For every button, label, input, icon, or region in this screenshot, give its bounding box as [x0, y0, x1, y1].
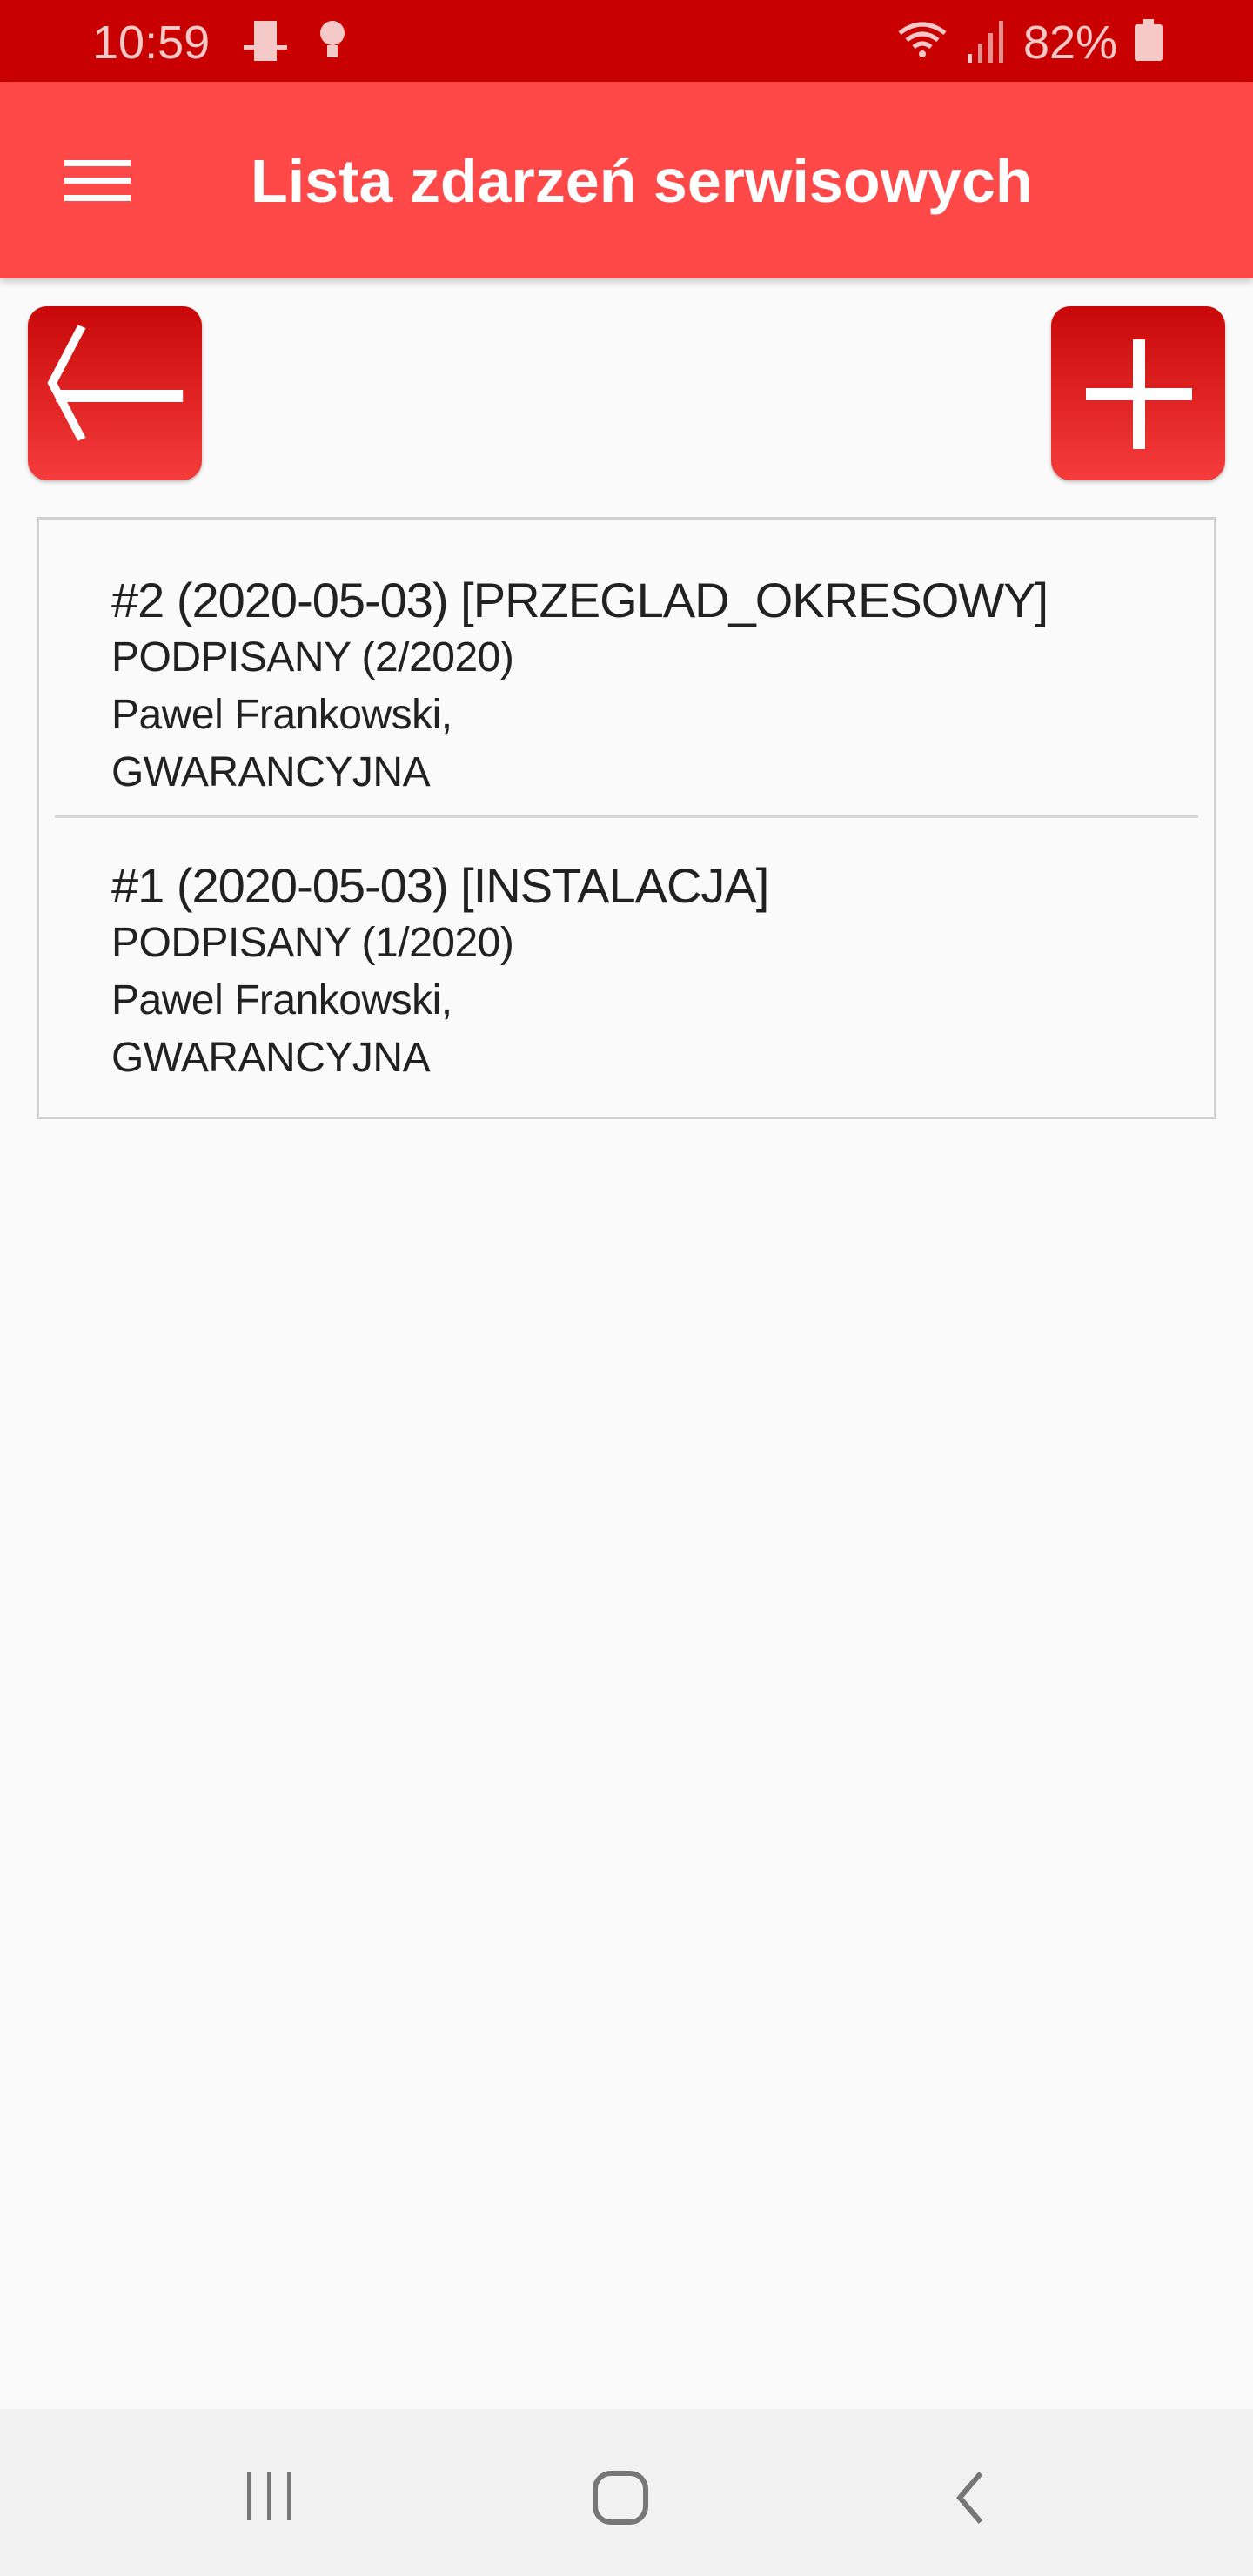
wifi-icon: [898, 22, 947, 57]
navigation-bar: [0, 2409, 1253, 2576]
event-person: Pawel Frankowski,: [111, 692, 452, 738]
notification-icon: [244, 21, 287, 61]
page-title: Lista zdarzeń serwisowych: [251, 147, 1033, 215]
plus-icon: [1086, 339, 1192, 449]
arrow-left-icon: [47, 325, 184, 441]
event-type: GWARANCYJNA: [111, 749, 431, 795]
event-status: PODPISANY (1/2020): [111, 920, 514, 966]
list-item[interactable]: #2 (2020-05-03) [PRZEGLAD_OKRESOWY] PODP…: [39, 572, 1214, 802]
signal-icon: [968, 21, 1003, 63]
bulb-icon: [320, 21, 345, 57]
event-person: Pawel Frankowski,: [111, 977, 452, 1023]
list-item[interactable]: #1 (2020-05-03) [INSTALACJA] PODPISANY (…: [39, 857, 1214, 1087]
back-nav-icon[interactable]: [953, 2470, 988, 2526]
event-status: PODPISANY (2/2020): [111, 634, 514, 681]
status-bar: 10:59 82%: [0, 0, 1253, 82]
clock: 10:59: [92, 17, 211, 69]
battery-percent: 82%: [1023, 17, 1118, 69]
event-type: GWARANCYJNA: [111, 1035, 431, 1081]
battery-icon: [1135, 19, 1163, 61]
event-title: #2 (2020-05-03) [PRZEGLAD_OKRESOWY]: [111, 573, 1049, 627]
event-title: #1 (2020-05-03) [INSTALACJA]: [111, 858, 769, 913]
event-list: #2 (2020-05-03) [PRZEGLAD_OKRESOWY] PODP…: [37, 517, 1216, 1119]
recent-apps-icon[interactable]: [244, 2470, 296, 2522]
add-button[interactable]: [1051, 306, 1225, 480]
home-icon[interactable]: [592, 2470, 653, 2526]
menu-icon[interactable]: [64, 160, 131, 202]
app-toolbar: Lista zdarzeń serwisowych: [0, 82, 1253, 278]
divider: [55, 815, 1198, 818]
back-button[interactable]: [28, 306, 202, 480]
